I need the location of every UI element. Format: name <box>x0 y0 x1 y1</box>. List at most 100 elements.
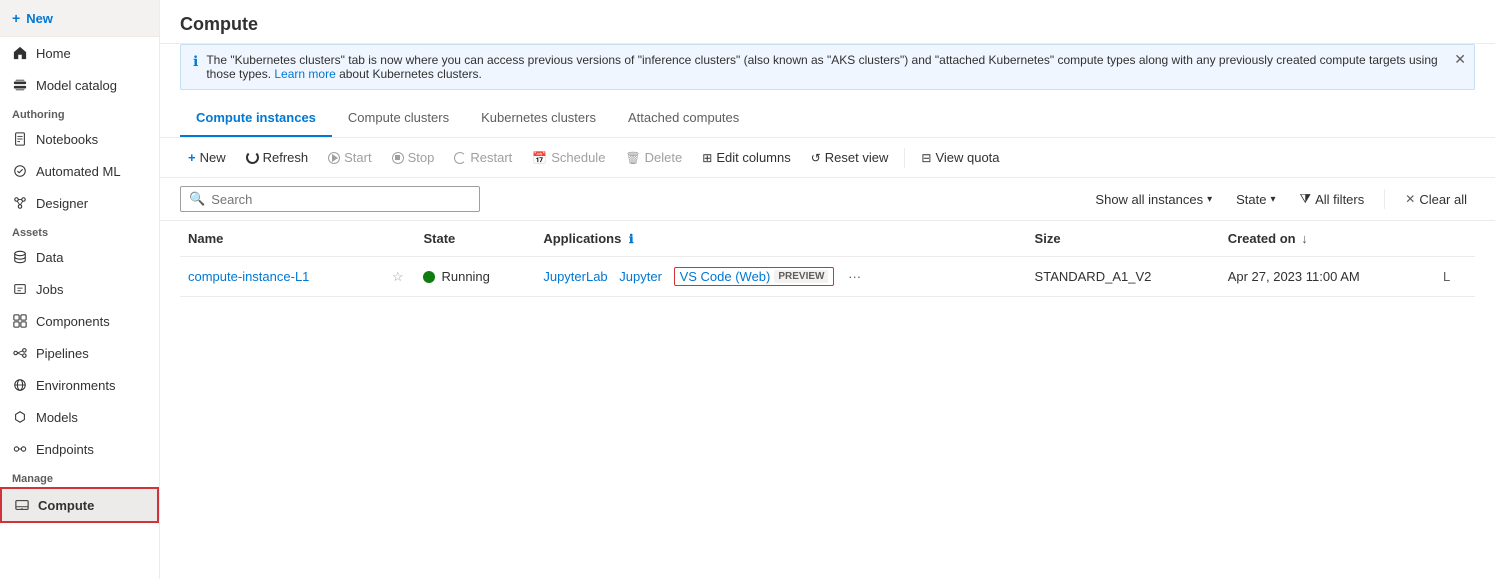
sidebar-model-catalog-label: Model catalog <box>36 78 117 93</box>
restart-icon <box>454 152 466 164</box>
sidebar-item-components[interactable]: Components <box>0 305 159 337</box>
show-all-instances-button[interactable]: Show all instances ▾ <box>1087 188 1220 211</box>
state-label: Running <box>441 269 489 284</box>
new-plus-icon: + <box>188 150 196 165</box>
state-chevron-icon: ▾ <box>1270 194 1275 205</box>
sidebar-item-environments[interactable]: Environments <box>0 369 159 401</box>
col-star <box>380 221 416 257</box>
sidebar-data-label: Data <box>36 250 63 265</box>
row-more-icon[interactable]: L <box>1443 269 1450 284</box>
search-icon: 🔍 <box>189 191 205 207</box>
info-banner: ℹ The "Kubernetes clusters" tab is now w… <box>180 44 1475 90</box>
sidebar-environments-label: Environments <box>36 378 115 393</box>
sidebar-item-pipelines[interactable]: Pipelines <box>0 337 159 369</box>
sidebar-item-compute[interactable]: Compute <box>0 487 159 523</box>
models-icon <box>12 409 28 425</box>
table-row: compute-instance-L1 ☆ Running JupyterLab… <box>180 257 1475 297</box>
start-button[interactable]: Start <box>320 146 379 169</box>
sidebar-item-data[interactable]: Data <box>0 241 159 273</box>
tab-compute-instances[interactable]: Compute instances <box>180 100 332 137</box>
endpoints-icon <box>12 441 28 457</box>
size-value: STANDARD_A1_V2 <box>1035 269 1152 284</box>
sidebar-item-jobs[interactable]: Jobs <box>0 273 159 305</box>
edit-columns-button[interactable]: ⊞ Edit columns <box>694 146 798 169</box>
sidebar-notebooks-label: Notebooks <box>36 132 98 147</box>
sidebar-item-model-catalog[interactable]: Model catalog <box>0 69 159 101</box>
more-options-button[interactable]: ··· <box>844 269 865 284</box>
info-icon: ℹ <box>193 53 198 70</box>
sidebar-new-button[interactable]: + New <box>0 0 159 37</box>
sidebar-home-label: Home <box>36 46 71 61</box>
delete-button[interactable]: 🗑 Delete <box>617 146 690 169</box>
col-created-on: Created on ↓ <box>1220 221 1435 257</box>
authoring-section-label: Authoring <box>0 101 159 123</box>
sidebar-item-models[interactable]: Models <box>0 401 159 433</box>
jupyterlab-link[interactable]: JupyterLab <box>543 269 607 284</box>
preview-badge: PREVIEW <box>774 270 828 283</box>
col-extra <box>1435 221 1475 257</box>
state-filter-button[interactable]: State ▾ <box>1228 188 1283 211</box>
sidebar-item-notebooks[interactable]: Notebooks <box>0 123 159 155</box>
vscode-web-box[interactable]: VS Code (Web) PREVIEW <box>674 267 835 286</box>
col-name: Name <box>180 221 380 257</box>
new-button[interactable]: + New <box>180 146 234 169</box>
jobs-icon <box>12 281 28 297</box>
refresh-button[interactable]: Refresh <box>238 146 317 169</box>
clear-all-x-icon: ✕ <box>1405 192 1415 206</box>
banner-close-button[interactable]: ✕ <box>1454 51 1466 68</box>
schedule-icon: 📅 <box>532 151 547 165</box>
tab-bar: Compute instances Compute clusters Kuber… <box>160 100 1495 138</box>
banner-learn-more-link[interactable]: Learn more <box>274 67 335 81</box>
tab-attached-computes[interactable]: Attached computes <box>612 100 755 137</box>
col-state: State <box>415 221 535 257</box>
pipelines-icon <box>12 345 28 361</box>
applications-info-icon: ℹ <box>629 232 634 246</box>
jupyter-link[interactable]: Jupyter <box>619 269 662 284</box>
sidebar-item-endpoints[interactable]: Endpoints <box>0 433 159 465</box>
schedule-button[interactable]: 📅 Schedule <box>524 146 613 169</box>
sidebar-components-label: Components <box>36 314 110 329</box>
vscode-web-link[interactable]: VS Code (Web) <box>680 269 771 284</box>
home-icon <box>12 45 28 61</box>
view-quota-button[interactable]: ⊟ View quota <box>913 146 1007 169</box>
tab-compute-clusters[interactable]: Compute clusters <box>332 100 465 137</box>
banner-text: The "Kubernetes clusters" tab is now whe… <box>206 53 1462 81</box>
table-body: compute-instance-L1 ☆ Running JupyterLab… <box>180 257 1475 297</box>
main-content: Compute ℹ The "Kubernetes clusters" tab … <box>160 0 1495 579</box>
stop-icon <box>392 152 404 164</box>
stop-button[interactable]: Stop <box>384 146 443 169</box>
refresh-icon <box>246 151 259 164</box>
created-on-cell: Apr 27, 2023 11:00 AM <box>1220 257 1435 297</box>
search-box: 🔍 <box>180 186 480 212</box>
sidebar: + New Home Model catalog Authoring Noteb… <box>0 0 160 579</box>
designer-icon <box>12 195 28 211</box>
reset-view-button[interactable]: ↺ Reset view <box>803 146 897 169</box>
instance-name-link[interactable]: compute-instance-L1 <box>188 269 309 284</box>
search-input[interactable] <box>211 192 471 207</box>
size-cell: STANDARD_A1_V2 <box>1027 257 1220 297</box>
star-cell: ☆ <box>380 257 416 297</box>
col-size: Size <box>1027 221 1220 257</box>
compute-icon <box>14 497 30 513</box>
show-all-instances-chevron: ▾ <box>1207 194 1212 205</box>
start-icon <box>328 152 340 164</box>
sidebar-jobs-label: Jobs <box>36 282 63 297</box>
tab-kubernetes-clusters[interactable]: Kubernetes clusters <box>465 100 612 137</box>
clear-all-button[interactable]: ✕ Clear all <box>1397 188 1475 211</box>
all-filters-button[interactable]: ⧩ All filters <box>1292 187 1373 211</box>
state-filter-label: State <box>1236 192 1266 207</box>
table-container: Name State Applications ℹ Size Created o… <box>160 221 1495 579</box>
sidebar-item-designer[interactable]: Designer <box>0 187 159 219</box>
sidebar-item-automated-ml[interactable]: Automated ML <box>0 155 159 187</box>
row-extra-cell: L <box>1435 257 1475 297</box>
page-header: Compute <box>160 0 1495 44</box>
model-catalog-icon <box>12 77 28 93</box>
sidebar-designer-label: Designer <box>36 196 88 211</box>
restart-button[interactable]: Restart <box>446 146 520 169</box>
show-all-instances-label: Show all instances <box>1095 192 1203 207</box>
delete-icon: 🗑 <box>625 151 640 165</box>
automated-ml-icon <box>12 163 28 179</box>
star-icon[interactable]: ☆ <box>392 269 404 284</box>
sidebar-item-home[interactable]: Home <box>0 37 159 69</box>
state-running: Running <box>423 269 527 284</box>
